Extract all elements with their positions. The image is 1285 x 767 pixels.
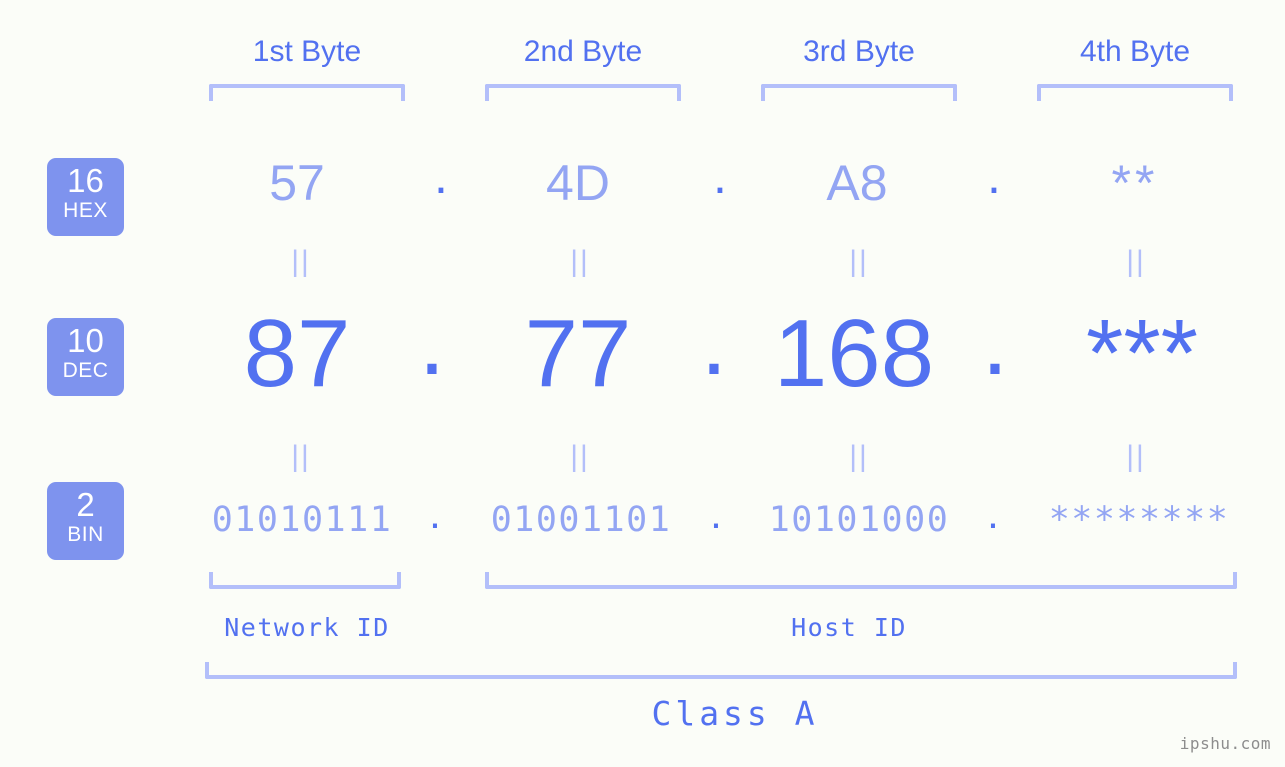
dec-separator-3: . <box>981 288 1009 395</box>
hex-badge-number: 16 <box>67 162 104 199</box>
dec-byte-1-value: 87 <box>243 300 351 407</box>
hex-row-badge: 16 HEX <box>47 158 124 236</box>
equality-connector-dec-bin-1: || <box>291 440 311 473</box>
ip-address-breakdown-diagram: 1st Byte 2nd Byte 3rd Byte 4th Byte 16 H… <box>0 0 1285 767</box>
dec-byte-2-value: 77 <box>524 300 632 407</box>
site-watermark: ipshu.com <box>1179 734 1271 753</box>
byte-heading-1: 1st Byte <box>252 35 362 68</box>
bin-byte-4-value: ******** <box>1048 500 1230 540</box>
byte-heading-3: 3rd Byte <box>803 35 915 68</box>
bin-row-badge: 2 BIN <box>47 482 124 560</box>
hex-separator-3: . <box>987 148 1001 204</box>
network-id-bracket <box>209 572 401 589</box>
hex-separator-2: . <box>713 148 727 204</box>
hex-byte-3-value: A8 <box>826 155 888 211</box>
equality-connector-dec-bin-4: || <box>1126 440 1146 473</box>
equality-connector-dec-bin-2: || <box>570 440 590 473</box>
dec-row-badge: 10 DEC <box>47 318 124 396</box>
dec-byte-4-value: *** <box>1085 300 1199 407</box>
hex-byte-2-value: 4D <box>546 155 610 211</box>
byte-heading-2: 2nd Byte <box>523 35 643 68</box>
byte-bracket-1 <box>209 84 405 101</box>
dec-byte-3-value: 168 <box>773 300 935 407</box>
bin-badge-system: BIN <box>67 523 104 546</box>
byte-heading-4: 4th Byte <box>1079 35 1191 68</box>
byte-bracket-4 <box>1037 84 1233 101</box>
dec-badge-system: DEC <box>62 359 109 382</box>
byte-bracket-3 <box>761 84 957 101</box>
bin-byte-3-value: 10101000 <box>768 500 950 540</box>
host-id-bracket <box>485 572 1237 589</box>
class-bracket <box>205 662 1237 679</box>
bin-byte-1-value: 01010111 <box>211 500 393 540</box>
equality-connector-hex-dec-4: || <box>1126 245 1146 278</box>
bin-separator-1: . <box>429 490 441 537</box>
equality-connector-hex-dec-1: || <box>291 245 311 278</box>
class-label: Class A <box>651 694 819 733</box>
dec-badge-number: 10 <box>67 322 104 359</box>
byte-bracket-2 <box>485 84 681 101</box>
hex-byte-4-value: ** <box>1111 155 1159 211</box>
host-id-label: Host ID <box>791 613 907 642</box>
bin-badge-number: 2 <box>76 486 95 523</box>
bin-separator-2: . <box>710 490 722 537</box>
dec-separator-1: . <box>418 288 446 395</box>
hex-byte-1-value: 57 <box>269 155 325 211</box>
equality-connector-hex-dec-2: || <box>570 245 590 278</box>
equality-connector-hex-dec-3: || <box>849 245 869 278</box>
dec-separator-2: . <box>700 288 728 395</box>
network-id-label: Network ID <box>224 613 390 642</box>
bin-byte-2-value: 01001101 <box>490 500 672 540</box>
bin-separator-3: . <box>987 490 999 537</box>
equality-connector-dec-bin-3: || <box>849 440 869 473</box>
hex-separator-1: . <box>434 148 448 204</box>
hex-badge-system: HEX <box>63 199 108 222</box>
